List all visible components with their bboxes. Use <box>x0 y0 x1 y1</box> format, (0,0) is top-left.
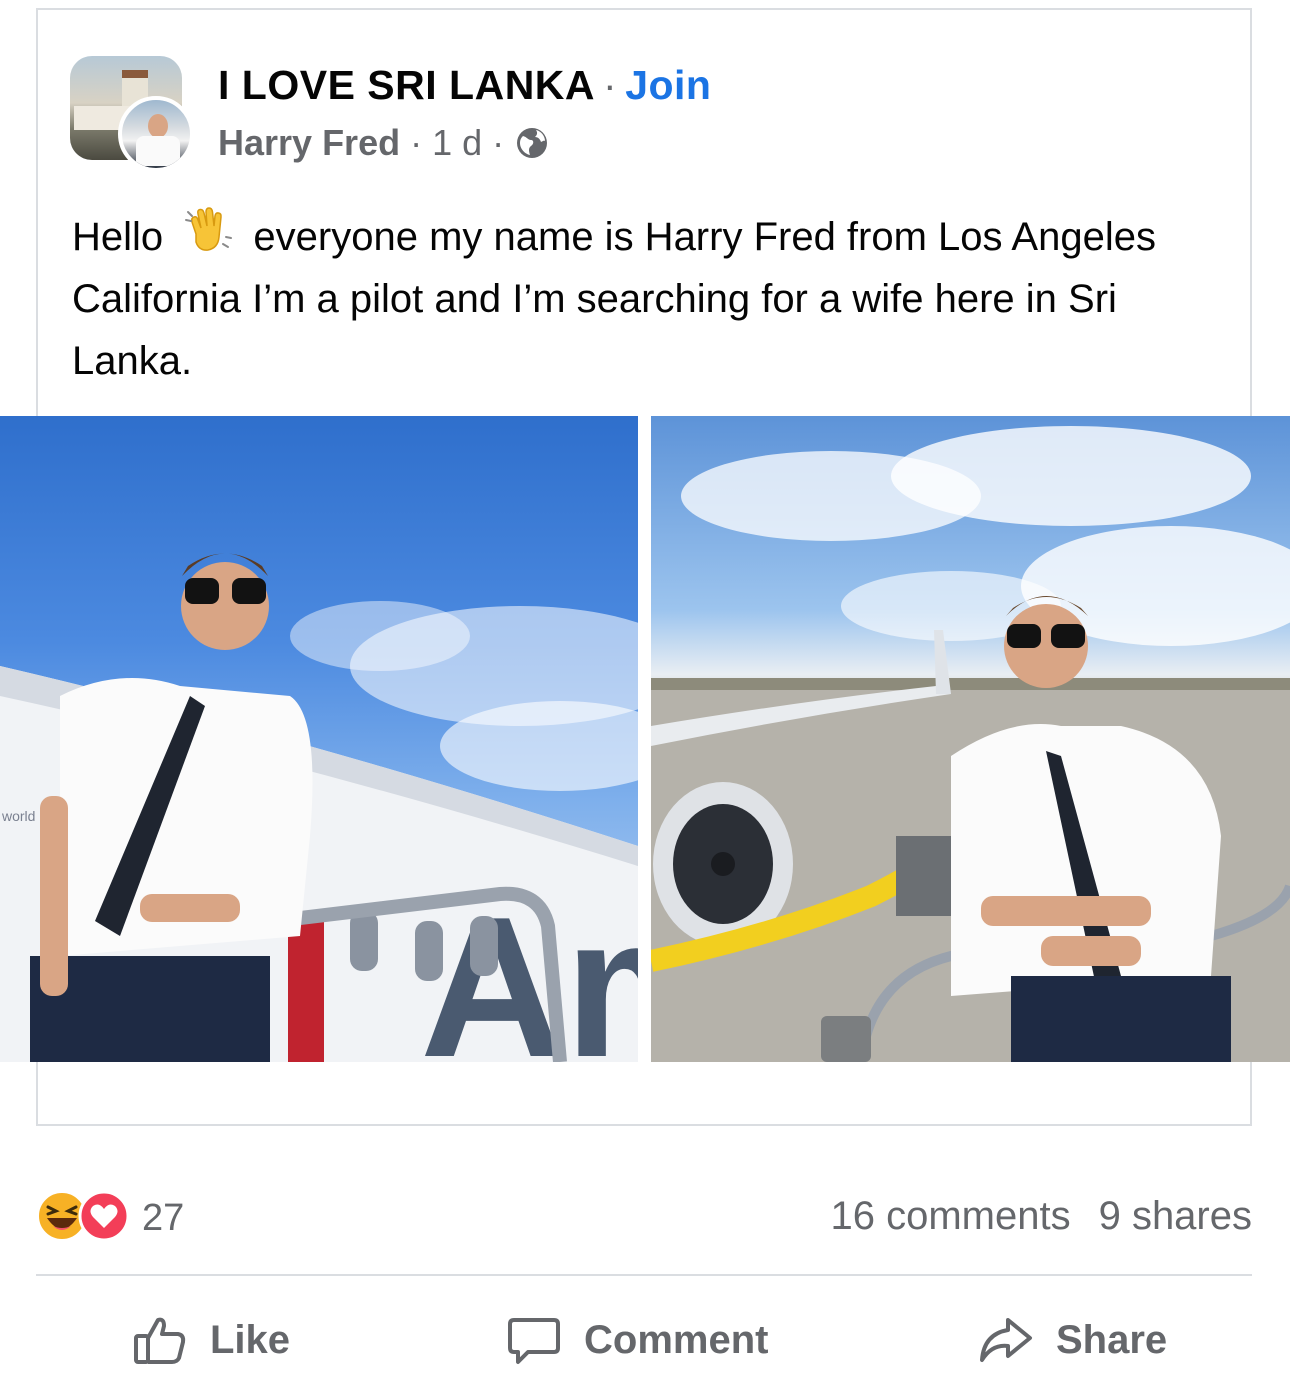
separator-dot: · <box>492 122 505 163</box>
post-stats: 27 16 comments 9 shares <box>36 1190 1252 1250</box>
divider <box>36 1274 1252 1276</box>
share-label: Share <box>1056 1317 1168 1362</box>
reaction-count[interactable]: 27 <box>142 1197 184 1240</box>
love-reaction-icon[interactable] <box>78 1190 130 1247</box>
post-message: Hello everyone my name is Harry Fred fro… <box>72 204 1222 392</box>
photo-pilot-1[interactable]: world Am <box>0 416 638 1062</box>
post-meta: Harry Fred · 1 d · <box>218 122 550 164</box>
post-text-rest: everyone my name is Harry Fred from Los … <box>72 215 1156 383</box>
engagement-counts: 16 comments 9 shares <box>830 1194 1252 1239</box>
comment-button[interactable]: Comment <box>506 1300 768 1380</box>
action-bar: Like Comment Share <box>36 1300 1252 1380</box>
author-name-link[interactable]: Harry Fred <box>218 122 400 164</box>
group-name-link[interactable]: I LOVE SRI LANKA <box>218 62 595 108</box>
share-button[interactable]: Share <box>978 1300 1167 1380</box>
separator-dot: · <box>603 62 618 108</box>
separator-dot: · <box>410 122 423 163</box>
post-avatar[interactable] <box>70 56 194 174</box>
post-header-group: I LOVE SRI LANKA · Join <box>218 62 711 109</box>
post-timestamp[interactable]: 1 d <box>432 122 482 164</box>
thumbs-up-icon <box>134 1317 186 1364</box>
photo-pilot-2[interactable] <box>651 416 1290 1062</box>
plane-text: world <box>1 808 35 824</box>
like-label: Like <box>210 1317 291 1362</box>
user-avatar[interactable] <box>118 96 194 172</box>
speech-bubble-icon <box>508 1318 560 1364</box>
comment-label: Comment <box>584 1317 769 1362</box>
join-button[interactable]: Join <box>625 62 711 108</box>
share-arrow-icon <box>980 1318 1032 1362</box>
like-button[interactable]: Like <box>132 1300 290 1380</box>
globe-icon[interactable] <box>514 125 550 161</box>
post-text-start: Hello <box>72 215 164 259</box>
waving-hand-emoji-icon <box>182 204 234 256</box>
comments-count-link[interactable]: 16 comments <box>830 1194 1070 1238</box>
shares-count-link[interactable]: 9 shares <box>1099 1194 1252 1238</box>
reactions-summary[interactable]: 27 <box>36 1190 184 1247</box>
